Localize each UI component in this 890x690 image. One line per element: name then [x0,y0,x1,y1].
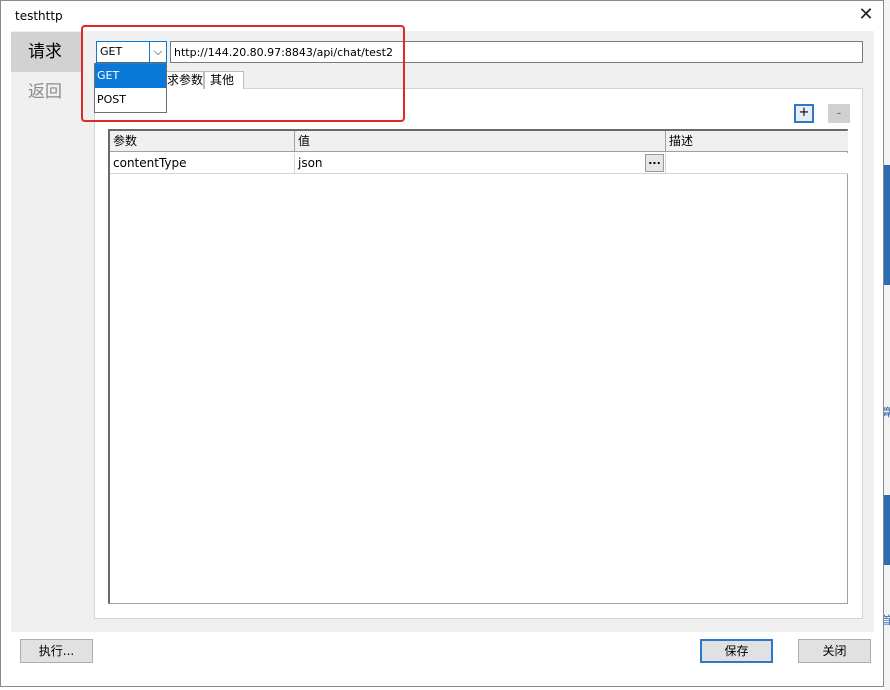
nav-item-request[interactable]: 请求 [11,32,82,72]
nav-item-response[interactable]: 返回 [11,72,82,112]
background-app-accent [884,165,890,285]
column-header-param[interactable]: 参数 [110,131,295,152]
params-table: 参数 值 描述 contentType json ... [108,129,848,604]
column-header-description[interactable]: 描述 [666,131,848,152]
highlight-box [81,25,405,122]
table-cell-param[interactable]: contentType [110,153,295,174]
table-cell-value-text: json [298,156,323,170]
window-title: testhttp [15,9,63,23]
background-app-strip [884,0,890,690]
table-cell-value[interactable]: json ... [295,153,666,174]
column-header-value[interactable]: 值 [295,131,666,152]
save-button[interactable]: 保存 [700,639,773,663]
value-editor-button[interactable]: ... [645,154,664,172]
table-cell-description[interactable] [666,153,848,174]
background-app-accent [884,495,890,565]
close-button[interactable]: 关闭 [798,639,871,663]
add-param-button[interactable]: + [794,104,814,123]
left-nav: 请求 返回 [11,31,82,632]
execute-button[interactable]: 执行... [20,639,93,663]
remove-param-button[interactable]: - [828,104,850,123]
close-icon[interactable]: ✕ [852,2,880,28]
